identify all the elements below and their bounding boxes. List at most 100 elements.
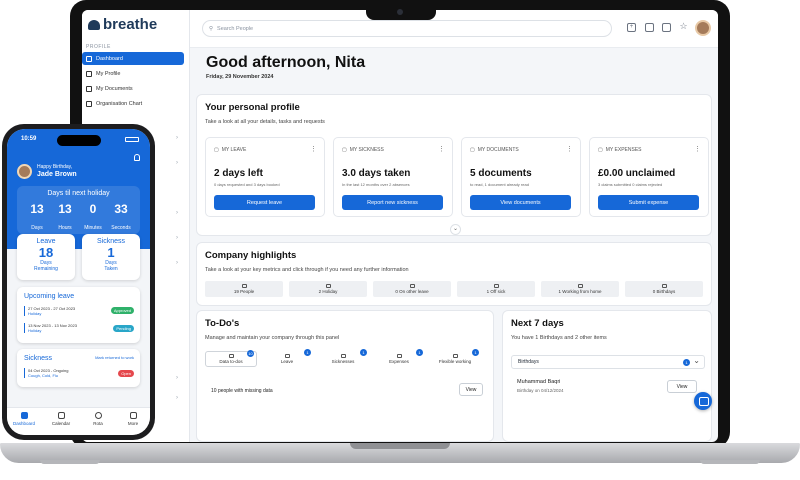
chevron-down-icon[interactable]: ⌄ [450, 224, 461, 235]
sidebar-item-dashboard[interactable]: Dashboard [82, 52, 184, 65]
sickness-summary-card[interactable]: Sickness 1 Days Taken [82, 234, 140, 280]
highlight-wfh[interactable]: 1 Working from home [541, 281, 619, 297]
card-title: Upcoming leave [24, 293, 75, 300]
search-input[interactable]: ⚲ Search People [202, 20, 612, 37]
calendar-icon[interactable] [645, 23, 654, 32]
mark-returned-link[interactable]: Mark returned to work [95, 355, 134, 360]
tab-data-todos[interactable]: Data to-dos 10 [205, 350, 257, 367]
countdown-value: 13 [58, 202, 72, 216]
sidebar-item-organisation-chart[interactable]: Organisation Chart [82, 97, 184, 110]
search-placeholder: Search People [217, 25, 254, 32]
count-badge: 1 [360, 349, 367, 356]
countdown-unit: Minutes [84, 225, 102, 231]
cake-icon [661, 284, 667, 288]
home-icon [577, 284, 583, 288]
tab-sicknesses[interactable]: Sicknesses 1 [317, 349, 369, 367]
count-badge: 1 [683, 359, 690, 366]
highlight-birthdays[interactable]: 0 Birthdays [625, 281, 703, 297]
more-icon[interactable]: ⋮ [566, 145, 573, 153]
leave-icon [409, 284, 415, 288]
nav-label: Calendar [51, 421, 71, 426]
leave-card: ▢ MY LEAVE ⋮ 2 days left 0 days requested… [205, 137, 325, 217]
highlight-other-leave[interactable]: 0 On other leave [373, 281, 451, 297]
document-icon [86, 85, 92, 92]
card-title: Leave [36, 238, 56, 245]
nav-calendar[interactable]: Calendar [46, 412, 76, 426]
nav-dashboard[interactable]: Dashboard [9, 412, 39, 426]
tab-label: Sicknesses [331, 359, 355, 364]
more-icon[interactable]: ⋮ [694, 145, 701, 153]
logo[interactable]: breathe [88, 16, 157, 33]
view-button[interactable]: View [667, 380, 697, 393]
nav-label: More [127, 421, 139, 426]
highlight-people[interactable]: 19 People [205, 281, 283, 297]
card-label: ▢ MY DOCUMENTS [470, 147, 519, 153]
birthdays-select[interactable]: Birthdays 1 ⌄ [511, 355, 705, 369]
view-button[interactable]: View [459, 383, 483, 396]
request-leave-button[interactable]: Request leave [214, 195, 315, 210]
sidebar-item-my-documents[interactable]: My Documents [82, 82, 184, 95]
chevron-right-icon[interactable]: › [176, 135, 178, 141]
chevron-right-icon[interactable]: › [176, 235, 178, 241]
card-label: ▢ MY SICKNESS [342, 147, 384, 153]
count-badge: 1 [416, 349, 423, 356]
chevron-right-icon[interactable]: › [176, 160, 178, 166]
card-detail: 3 claims submitted 0 claims rejected [598, 182, 663, 187]
tab-leave[interactable]: Leave 1 [261, 349, 313, 367]
more-icon[interactable]: ⋮ [310, 145, 317, 153]
bell-icon[interactable] [134, 154, 140, 161]
panel-subtitle: Manage and maintain your company through… [205, 335, 340, 341]
countdown-hours: 13 Hours [51, 202, 79, 234]
tab-label: Data to-dos [219, 359, 243, 364]
card-value: 18 [38, 245, 54, 260]
countdown-unit: Seconds [111, 225, 131, 231]
panel-subtitle: You have 1 Birthdays and 2 other items [511, 335, 607, 341]
tab-expenses[interactable]: Expenses 1 [373, 349, 425, 367]
chevron-right-icon[interactable]: › [176, 260, 178, 266]
view-documents-button[interactable]: View documents [470, 195, 571, 210]
todo-row-text: 10 people with missing data [211, 388, 273, 394]
cloud-icon [88, 19, 100, 30]
chevron-right-icon[interactable]: › [176, 395, 178, 401]
countdown-minutes: 0 Minutes [79, 202, 107, 234]
more-icon[interactable]: ⋮ [438, 145, 445, 153]
highlight-off-sick[interactable]: 1 Off sick [457, 281, 535, 297]
highlight-label: 0 Birthdays [652, 289, 676, 294]
nav-rota[interactable]: Rota [83, 412, 113, 426]
card-value: 5 documents [470, 168, 532, 179]
stage: breathe PROFILE Dashboard My Profile My … [0, 0, 800, 480]
card-detail: to read, 1 document already read [470, 182, 529, 187]
highlight-holiday[interactable]: 2 Holiday [289, 281, 367, 297]
panel-title: Company highlights [205, 250, 297, 261]
avatar[interactable] [17, 164, 32, 179]
thermometer-icon: ▢ [342, 147, 347, 153]
sidebar-item-my-profile[interactable]: My Profile [82, 67, 184, 80]
count-badge: 1 [472, 349, 479, 356]
company-highlights-panel: Company highlights Take a look at your k… [196, 242, 712, 306]
card-label-text: MY DOCUMENTS [477, 147, 519, 153]
card-title: Sickness [24, 355, 53, 362]
highlight-label: 0 On other leave [395, 289, 429, 294]
tab-flexible-working[interactable]: Flexible working 1 [429, 349, 481, 367]
leave-summary-card[interactable]: Leave 18 Days Remaining [17, 234, 75, 280]
report-sickness-button[interactable]: Report new sickness [342, 195, 443, 210]
flex-icon [452, 354, 458, 358]
card-value: 3.0 days taken [342, 168, 411, 179]
card-value: 1 [107, 245, 115, 260]
add-person-icon[interactable]: + [627, 23, 636, 32]
chevron-right-icon[interactable]: › [176, 210, 178, 216]
person-icon [284, 354, 290, 358]
chat-icon[interactable] [694, 392, 712, 410]
star-icon[interactable]: ☆ [679, 22, 688, 32]
dynamic-island [57, 135, 101, 146]
chevron-down-icon: ⌄ [693, 356, 700, 365]
avatar[interactable] [695, 20, 711, 36]
sidebar-item-label: My Profile [96, 70, 121, 77]
user-name: Jade Brown [37, 171, 77, 178]
chevron-right-icon[interactable]: › [176, 375, 178, 381]
countdown-days: 13 Days [23, 202, 51, 234]
card-detail: In the last 12 months over 2 absences [342, 182, 410, 187]
calendar-icon[interactable] [662, 23, 671, 32]
submit-expense-button[interactable]: Submit expense [598, 195, 699, 210]
nav-more[interactable]: More [118, 412, 148, 426]
